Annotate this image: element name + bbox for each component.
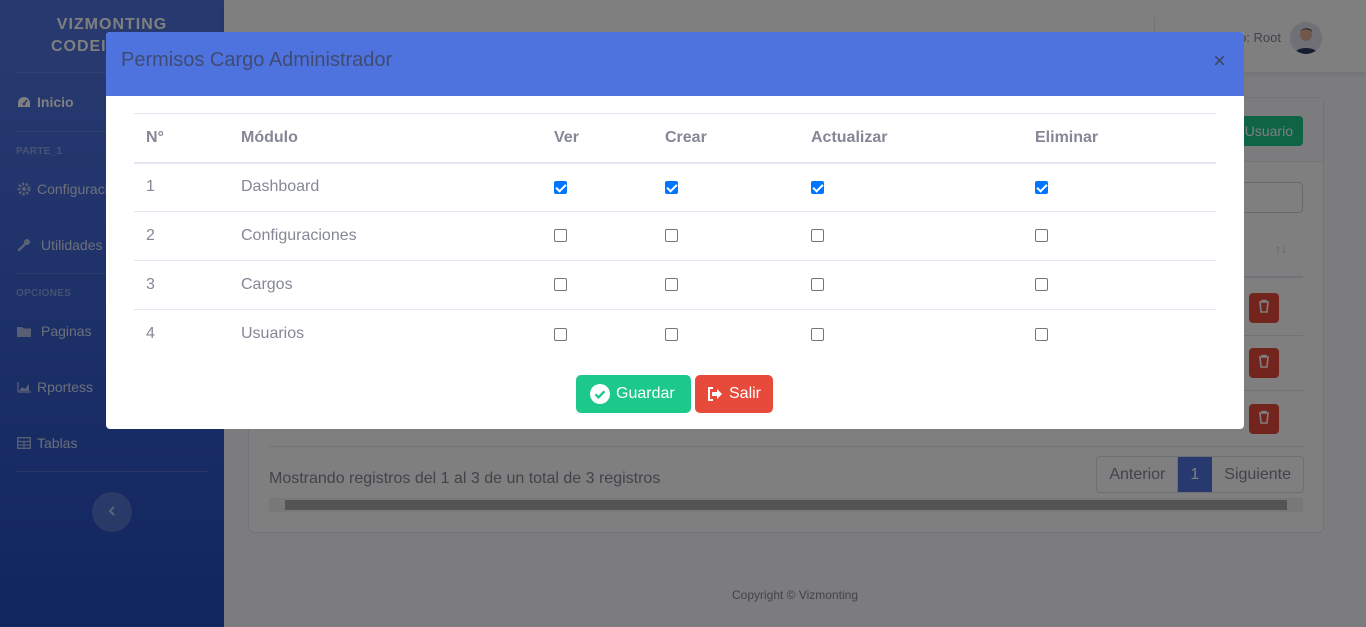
row-number: 1 <box>134 162 229 212</box>
checkbox-eliminar[interactable] <box>1035 229 1048 243</box>
checkbox-ver[interactable] <box>554 327 567 341</box>
col-header-ver: Ver <box>542 113 653 164</box>
cell-actualizar <box>799 162 1023 212</box>
row-number: 4 <box>134 309 229 359</box>
table-row: 2 Configuraciones <box>134 211 1216 261</box>
cell-crear <box>653 162 799 212</box>
row-number: 3 <box>134 260 229 310</box>
checkbox-eliminar[interactable] <box>1035 278 1048 292</box>
modal-title: Permisos Cargo Administrador <box>121 49 393 71</box>
cell-ver <box>542 162 653 212</box>
cell-ver <box>542 211 653 261</box>
cell-eliminar <box>1023 211 1216 261</box>
cell-actualizar <box>799 309 1023 359</box>
row-module: Configuraciones <box>229 211 542 261</box>
col-header-actualizar: Actualizar <box>799 113 1023 164</box>
cell-eliminar <box>1023 260 1216 310</box>
cell-eliminar <box>1023 309 1216 359</box>
checkbox-ver[interactable] <box>554 180 567 194</box>
cell-ver <box>542 309 653 359</box>
table-row: 3 Cargos <box>134 260 1216 310</box>
exit-button[interactable]: Salir <box>695 375 773 413</box>
close-icon[interactable]: × <box>1213 50 1226 72</box>
cell-actualizar <box>799 260 1023 310</box>
exit-button-label: Salir <box>729 385 762 402</box>
modal-actions: Guardar Salir <box>576 375 773 413</box>
col-header-module: Módulo <box>229 113 542 164</box>
table-header-row: N° Módulo Ver Crear Actualizar Eliminar <box>134 113 1216 164</box>
col-header-eliminar: Eliminar <box>1023 113 1216 164</box>
col-header-number: N° <box>134 113 229 164</box>
cell-actualizar <box>799 211 1023 261</box>
checkbox-crear[interactable] <box>665 180 678 194</box>
col-header-crear: Crear <box>653 113 799 164</box>
checkbox-crear[interactable] <box>665 229 678 243</box>
row-number: 2 <box>134 211 229 261</box>
cell-crear <box>653 211 799 261</box>
checkbox-crear[interactable] <box>665 327 678 341</box>
save-button[interactable]: Guardar <box>576 375 691 413</box>
row-module: Dashboard <box>229 162 542 212</box>
cell-crear <box>653 260 799 310</box>
checkbox-ver[interactable] <box>554 278 567 292</box>
checkbox-actualizar[interactable] <box>811 180 824 194</box>
table-row: 4 Usuarios <box>134 309 1216 359</box>
save-button-label: Guardar <box>616 385 675 402</box>
checkbox-actualizar[interactable] <box>811 229 824 243</box>
row-module: Usuarios <box>229 309 542 359</box>
checkbox-crear[interactable] <box>665 278 678 292</box>
table-row: 1 Dashboard <box>134 162 1216 212</box>
checkbox-actualizar[interactable] <box>811 327 824 341</box>
permissions-modal: Permisos Cargo Administrador × N° Módulo… <box>106 32 1244 429</box>
checkbox-actualizar[interactable] <box>811 278 824 292</box>
checkbox-ver[interactable] <box>554 229 567 243</box>
cell-eliminar <box>1023 162 1216 212</box>
modal-header: Permisos Cargo Administrador × <box>106 32 1244 96</box>
checkbox-eliminar[interactable] <box>1035 327 1048 341</box>
cell-crear <box>653 309 799 359</box>
checkbox-eliminar[interactable] <box>1035 180 1048 194</box>
sign-out-icon <box>707 387 723 401</box>
row-module: Cargos <box>229 260 542 310</box>
check-circle-icon <box>590 384 610 404</box>
cell-ver <box>542 260 653 310</box>
permissions-table: N° Módulo Ver Crear Actualizar Eliminar … <box>134 113 1216 359</box>
